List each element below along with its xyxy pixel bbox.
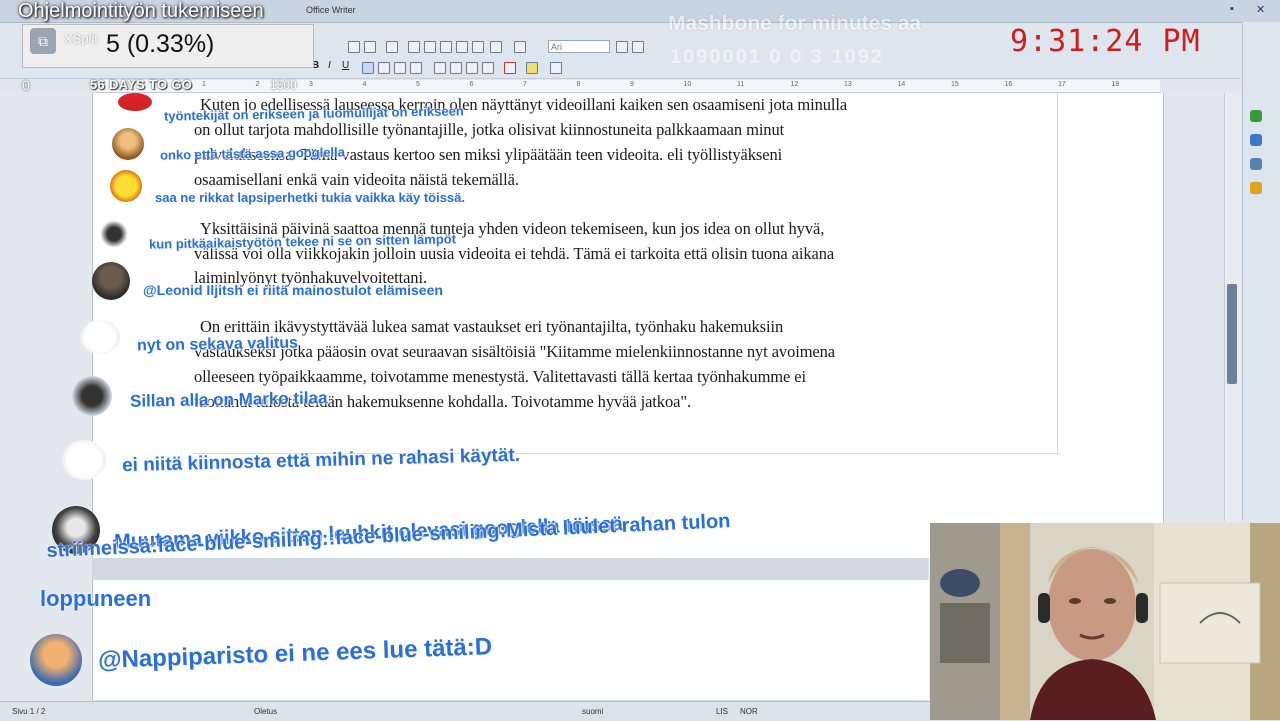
highlight-icon[interactable] — [526, 62, 538, 74]
ruler-number: 6 — [469, 81, 474, 88]
ruler-number: 1 — [202, 81, 206, 88]
ruler-number: 4 — [362, 81, 367, 88]
language-status[interactable]: suomi — [582, 707, 603, 716]
app-title: Office Writer — [306, 5, 356, 15]
page-gap — [92, 558, 928, 580]
pdf-icon[interactable] — [348, 41, 360, 53]
goal-progress-text: 5 (0.33%) — [106, 30, 215, 58]
avatar — [110, 170, 142, 202]
cut-icon[interactable] — [408, 41, 420, 53]
window-minimize-icon[interactable]: ▪ — [1230, 3, 1244, 17]
background-color-icon[interactable] — [550, 62, 562, 74]
ruler-number: 13 — [844, 81, 852, 88]
print-icon[interactable] — [364, 41, 376, 53]
bullets-icon[interactable] — [450, 62, 462, 74]
xsplit-logo-icon: ⧉ — [30, 28, 56, 54]
ruler-number: 10 — [683, 81, 692, 88]
format-paintbrush-icon[interactable] — [456, 41, 468, 53]
ruler-number: 11 — [737, 81, 745, 88]
goal-start-label: 0 — [22, 77, 30, 93]
avatar — [72, 376, 112, 416]
avatar — [92, 262, 130, 300]
align-right-icon[interactable] — [394, 62, 406, 74]
ruler-number: 17 — [1058, 81, 1066, 88]
find-icon[interactable] — [490, 41, 502, 53]
ruler-number: 2 — [255, 81, 260, 88]
avatar — [98, 218, 130, 250]
paste-icon[interactable] — [440, 41, 452, 53]
spellcheck-icon[interactable] — [386, 41, 398, 53]
ruler-number: 8 — [576, 81, 581, 88]
avatar — [80, 320, 120, 354]
navigator-sidebar-icon[interactable] — [1250, 182, 1262, 194]
ruler-number: 14 — [897, 81, 906, 88]
ruler-number: 7 — [523, 81, 527, 88]
stream-goal-title: Ohjelmointityön tukemiseen — [18, 0, 264, 22]
font-color-icon[interactable] — [504, 62, 516, 74]
webcam-image — [930, 523, 1280, 720]
numbering-icon[interactable] — [434, 62, 446, 74]
ruler-number: 16 — [1004, 81, 1013, 88]
paragraph-line[interactable]: on ollut tarjota mahdollisille työnantaj… — [194, 120, 784, 140]
selection-mode[interactable]: NOR — [740, 707, 758, 716]
latest-number-ticker: 1090001 0 0 3 1092 — [670, 46, 884, 68]
ruler-number: 9 — [630, 81, 634, 88]
sidebar-deck — [1242, 22, 1280, 520]
page-style[interactable]: Oletus — [254, 707, 277, 716]
avatar — [118, 93, 152, 111]
align-left-icon[interactable] — [362, 62, 374, 74]
goal-target: 1500 — [270, 78, 297, 92]
latest-follower-ticker: Mashbone for minutes aa — [668, 12, 922, 35]
clock: 9:31:24 PM — [1010, 24, 1201, 59]
styles-sidebar-icon[interactable] — [1250, 134, 1262, 146]
styles-icon[interactable] — [632, 41, 644, 53]
ruler-number: 5 — [416, 81, 420, 88]
ruler-number: 3 — [309, 81, 313, 88]
page-count[interactable]: Sivu 1 / 2 — [12, 707, 45, 716]
indent-decrease-icon[interactable] — [466, 62, 478, 74]
chat-message: saa ne rikkat lapsiperhetki tukia vaikka… — [155, 190, 466, 205]
gallery-icon[interactable] — [1250, 158, 1262, 170]
chat-message: loppuneen — [40, 586, 152, 611]
navigator-icon[interactable] — [616, 41, 628, 53]
font-name-box[interactable]: Ari — [548, 40, 610, 53]
indent-increase-icon[interactable] — [482, 62, 494, 74]
copy-icon[interactable] — [424, 41, 436, 53]
properties-icon[interactable] — [1250, 110, 1262, 122]
ruler-number: 15 — [951, 81, 959, 88]
insert-mode[interactable]: LIS — [716, 707, 728, 716]
chat-message: @Leonid Iljitsh ei riitä mainostulot elä… — [143, 282, 443, 298]
paragraph-line[interactable]: osaamisellani enkä vain videoita näistä … — [194, 170, 519, 190]
avatar — [30, 634, 82, 686]
ruler-number: 12 — [790, 81, 799, 88]
avatar — [112, 128, 144, 160]
document-page-2[interactable] — [92, 580, 929, 700]
paragraph-line[interactable]: olleeseen työpaikkaamme, toivotamme mene… — [194, 367, 806, 387]
horizontal-ruler[interactable]: 1 2 3 4 5 6 7 8 9 10 11 12 13 14 15 16 17 18 — [96, 80, 1160, 93]
days-to-go: 56 DAYS TO GO — [90, 77, 193, 92]
xsplit-label: XSplit — [64, 31, 98, 46]
ruler-numbers: 1 2 3 4 5 6 7 8 9 10 11 12 13 14 15 16 17 18 — [96, 80, 1160, 92]
chat-message: nyt on sekava valitus — [136, 334, 299, 355]
webcam-feed — [930, 523, 1280, 720]
avatar — [62, 440, 106, 480]
help-icon[interactable] — [514, 41, 526, 53]
underline-button[interactable]: U — [342, 60, 349, 71]
table-icon[interactable] — [472, 41, 484, 53]
chat-message: Sillan alla on Marko tilaa — [129, 388, 328, 411]
justify-icon[interactable] — [410, 62, 422, 74]
ruler-number: 18 — [1111, 81, 1120, 88]
italic-button[interactable]: I — [328, 60, 331, 71]
align-center-icon[interactable] — [378, 62, 390, 74]
scrollbar-thumb[interactable] — [1227, 284, 1237, 384]
text-boundary-right — [1057, 93, 1058, 453]
close-icon[interactable]: ✕ — [1256, 3, 1270, 17]
